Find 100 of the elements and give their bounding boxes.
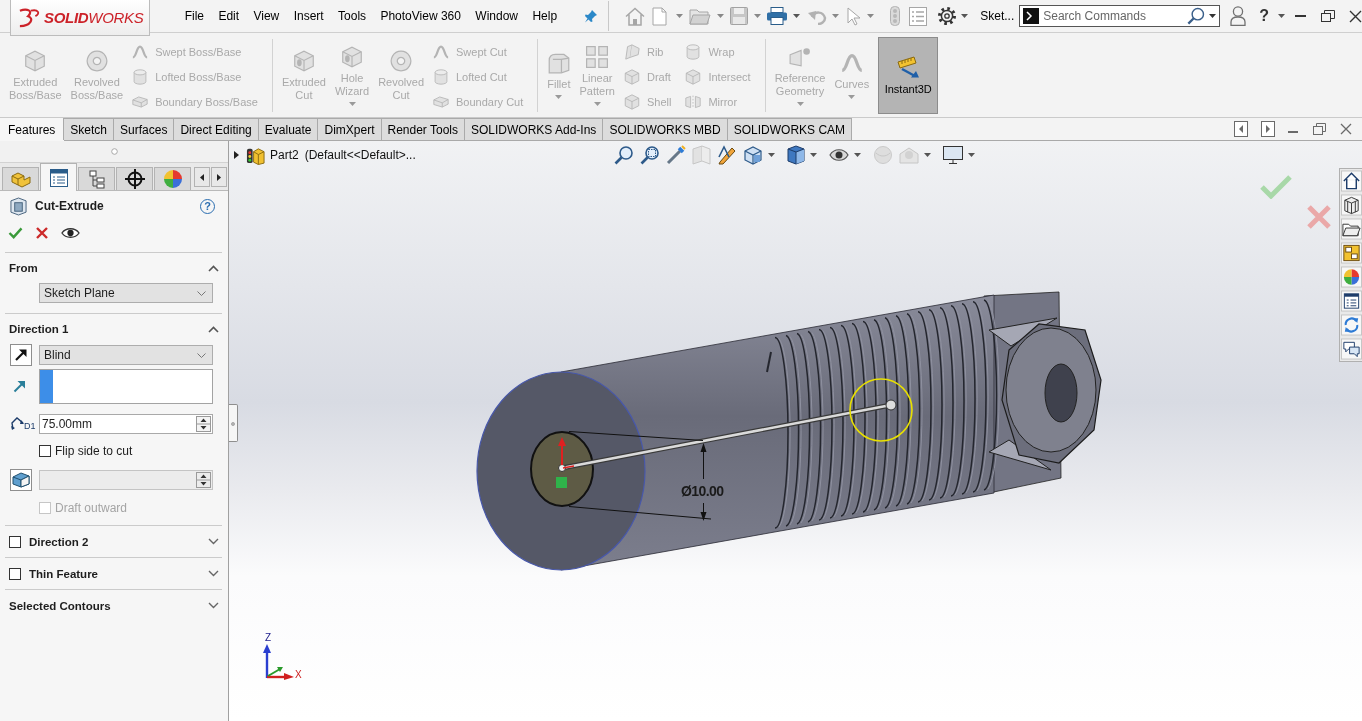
ribbon-tab[interactable]: SOLIDWORKS CAM [726, 118, 853, 140]
scroll-right-button[interactable] [211, 167, 227, 187]
panel-collapse-handle[interactable] [229, 404, 238, 442]
caret-icon[interactable] [1209, 14, 1217, 18]
menu-item[interactable]: PhotoView 360 [373, 6, 469, 26]
check-icon[interactable] [8, 227, 23, 239]
eye-icon[interactable] [829, 148, 849, 162]
axis-triad-icon [262, 644, 294, 680]
chevron-down-icon[interactable] [197, 290, 206, 296]
selection-field[interactable] [39, 369, 213, 404]
check-icon[interactable] [1260, 175, 1292, 199]
grip-dot-icon[interactable] [110, 148, 118, 155]
menu-item[interactable]: File [177, 6, 212, 26]
caret-icon[interactable] [854, 153, 861, 157]
instant3d-button[interactable]: Instant3D [878, 37, 939, 114]
dropdown[interactable]: Sketch Plane [39, 283, 213, 303]
cylinder-icon [132, 69, 149, 85]
home-icon[interactable] [1341, 170, 1362, 192]
ribbon-tab[interactable]: SOLIDWORKS MBD [602, 118, 728, 140]
part-name[interactable]: Part2 [270, 148, 299, 162]
view-cube-icon[interactable] [743, 145, 763, 165]
wand-icon[interactable] [666, 145, 686, 165]
slab-icon [433, 94, 449, 110]
ribbon-tab[interactable]: DimXpert [317, 118, 382, 140]
menu-item[interactable]: Window [468, 6, 526, 26]
help-button[interactable]: ? [1259, 7, 1269, 25]
folder-icon[interactable] [1341, 218, 1362, 240]
search-bar[interactable]: Search Commands [1019, 5, 1221, 27]
draft-button[interactable] [10, 469, 32, 491]
ribbon-tab[interactable]: Surfaces [113, 118, 175, 140]
spin-arrows[interactable] [196, 416, 211, 432]
expand-triangle-icon[interactable] [234, 151, 239, 159]
dropdown[interactable]: Blind [39, 345, 213, 365]
pencil-icon[interactable] [717, 145, 737, 165]
zoom-box-icon[interactable] [640, 145, 660, 165]
plane-icon [789, 45, 811, 68]
cube-stack-icon[interactable] [1341, 194, 1362, 216]
printer-icon[interactable] [766, 7, 789, 25]
chat-bubbles-icon[interactable] [1341, 338, 1362, 360]
checkbox-label: Flip side to cut [55, 444, 133, 458]
draft-block-icon [12, 472, 30, 488]
menu-item[interactable]: View [246, 6, 287, 26]
chevron-down-icon[interactable] [208, 538, 219, 545]
cube-icon [623, 69, 640, 85]
pushpin-icon[interactable] [584, 9, 599, 23]
ribbon-tab[interactable]: Evaluate [257, 118, 319, 140]
left-triangle-icon [200, 173, 204, 181]
close-icon[interactable] [1349, 9, 1362, 23]
depth-field[interactable]: 75.00mm [39, 414, 213, 434]
refresh-arrows-icon[interactable] [1341, 314, 1362, 336]
property-list-icon[interactable] [1341, 290, 1362, 312]
menu-item[interactable]: Edit [211, 6, 247, 26]
caret-icon[interactable] [968, 153, 975, 157]
reverse-direction-button[interactable] [10, 344, 32, 366]
ribbon-tab[interactable]: SOLIDWORKS Add-Ins [464, 118, 604, 140]
checkbox[interactable] [9, 567, 21, 580]
scroll-left-button[interactable] [194, 167, 210, 187]
caret-icon[interactable] [961, 14, 969, 18]
menu-item[interactable]: Tools [330, 6, 374, 26]
cross-icon[interactable] [36, 227, 48, 239]
close-icon[interactable] [1340, 123, 1352, 135]
caret-icon[interactable] [1278, 14, 1285, 18]
logo-text: SOLIDWORKS [44, 9, 144, 26]
slab-icon [132, 94, 149, 110]
chevron-down-icon[interactable] [208, 570, 219, 577]
view-palette-icon[interactable] [1341, 242, 1362, 264]
restore-icon[interactable] [1321, 10, 1335, 22]
chevron-up-icon[interactable] [208, 325, 219, 333]
caret-icon[interactable] [810, 153, 817, 157]
tile-left-icon[interactable] [1234, 121, 1248, 137]
ribbon-tab[interactable]: Render Tools [380, 118, 465, 140]
checkbox[interactable] [39, 445, 51, 457]
restore-icon[interactable] [1313, 123, 1326, 135]
checkbox[interactable] [9, 535, 21, 548]
chevron-up-icon[interactable] [208, 264, 219, 272]
caret-icon[interactable] [768, 153, 775, 157]
chevron-down-icon[interactable] [208, 602, 219, 609]
shaded-cube-icon[interactable] [787, 145, 805, 165]
part-icon [246, 145, 265, 165]
cut-extrude-icon [10, 196, 27, 216]
user-icon[interactable] [1230, 6, 1247, 26]
search-field[interactable]: Search Commands [1043, 7, 1184, 25]
fin-icon [623, 44, 640, 60]
panel-tab[interactable] [40, 163, 77, 191]
menu-item[interactable]: Insert [286, 6, 331, 26]
monitor-icon[interactable] [943, 146, 963, 164]
eye-icon[interactable] [61, 227, 80, 239]
tile-right-icon[interactable] [1261, 121, 1275, 137]
magnifier-icon[interactable] [614, 145, 634, 165]
menu-item[interactable]: Help [525, 6, 565, 26]
panel-tab[interactable] [116, 167, 153, 190]
property-list-icon [49, 168, 68, 187]
search-icon[interactable] [1187, 7, 1206, 25]
rounded-cube-icon [547, 52, 570, 74]
ribbon-tab[interactable]: Direct Editing [173, 118, 259, 140]
ribbon-tab[interactable]: Sketch [63, 118, 115, 140]
caret-icon[interactable] [793, 14, 801, 18]
gear-icon[interactable] [937, 6, 958, 26]
chevron-down-icon[interactable] [197, 352, 206, 358]
caret-icon[interactable] [924, 153, 931, 157]
